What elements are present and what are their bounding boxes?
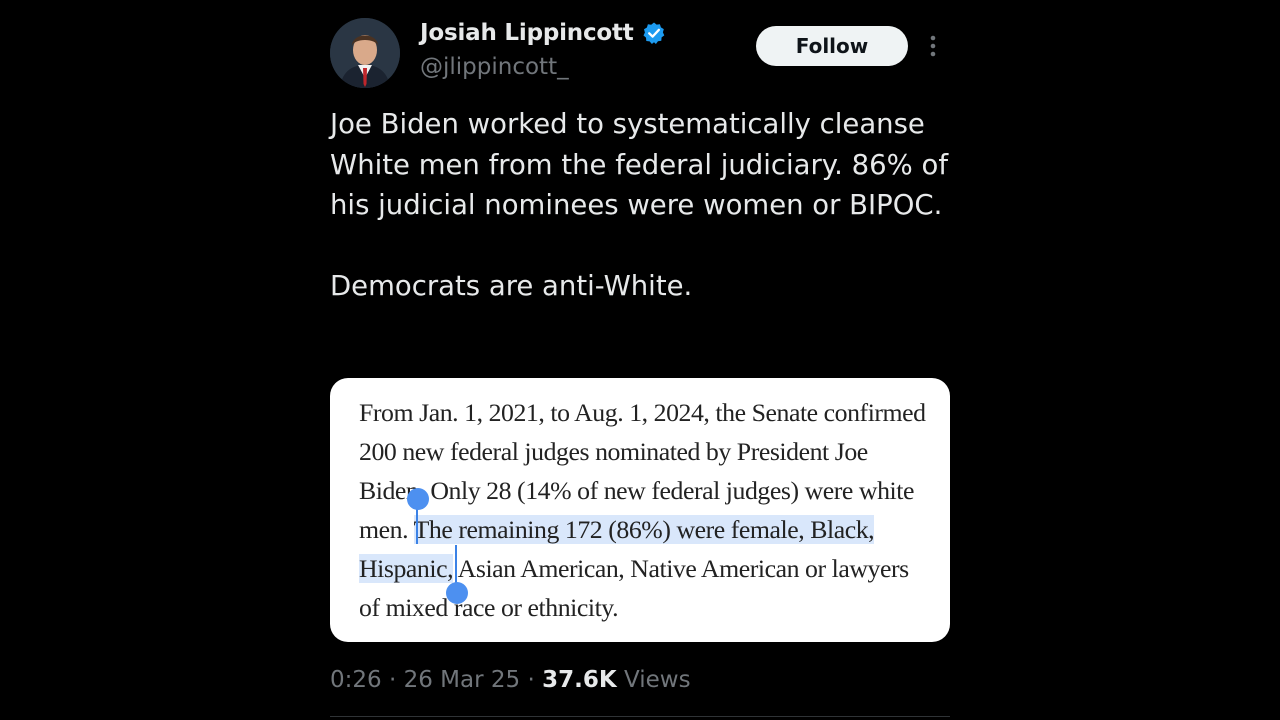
more-options-icon[interactable] [926,34,940,60]
tweet-date[interactable]: 26 Mar 25 [404,667,521,693]
article-line: 200 new federal judges nominated by Pres… [359,437,868,466]
avatar[interactable] [330,18,400,88]
display-name[interactable]: Josiah Lippincott [420,20,634,46]
article-line: men. The remaining 172 (86%) were female… [359,510,929,549]
tweet-time[interactable]: 0:26 [330,667,382,693]
divider [330,716,950,717]
tweet-text: Joe Biden worked to systematically clean… [330,108,948,302]
meta-separator: · [520,667,543,693]
article-text: Asian American, Native American or lawye… [453,554,909,583]
article-line: Biden. Only 28 (14% of new federal judge… [359,476,914,505]
tweet-meta: 0:26 · 26 Mar 25 · 37.6K Views [330,667,691,693]
meta-separator: · [381,667,404,693]
article-text: men. [359,515,414,544]
article-line: From Jan. 1, 2021, to Aug. 1, 2024, the … [359,398,926,427]
tweet-image[interactable]: From Jan. 1, 2021, to Aug. 1, 2024, the … [330,378,950,642]
article-line: Hispanic, Asian American, Native America… [359,549,929,588]
user-handle[interactable]: @jlippincott_ [420,54,569,80]
views-label: Views [616,667,691,693]
verified-badge-icon [642,21,666,45]
views-count: 37.6K [542,667,617,693]
article-excerpt: From Jan. 1, 2021, to Aug. 1, 2024, the … [359,393,929,627]
follow-button[interactable]: Follow [756,26,908,66]
name-row: Josiah Lippincott [420,20,666,46]
article-line: of mixed race or ethnicity. [359,593,619,622]
avatar-image [330,18,400,88]
selection-end-handle[interactable] [446,582,468,604]
selected-text: The remaining 172 (86%) were female, Bla… [413,515,875,544]
selection-start-handle[interactable] [407,488,429,510]
selection-end-bar [455,545,457,585]
selected-text: Hispanic, [359,554,454,583]
tweet: Josiah Lippincott @jlippincott_ Follow J… [330,0,950,720]
